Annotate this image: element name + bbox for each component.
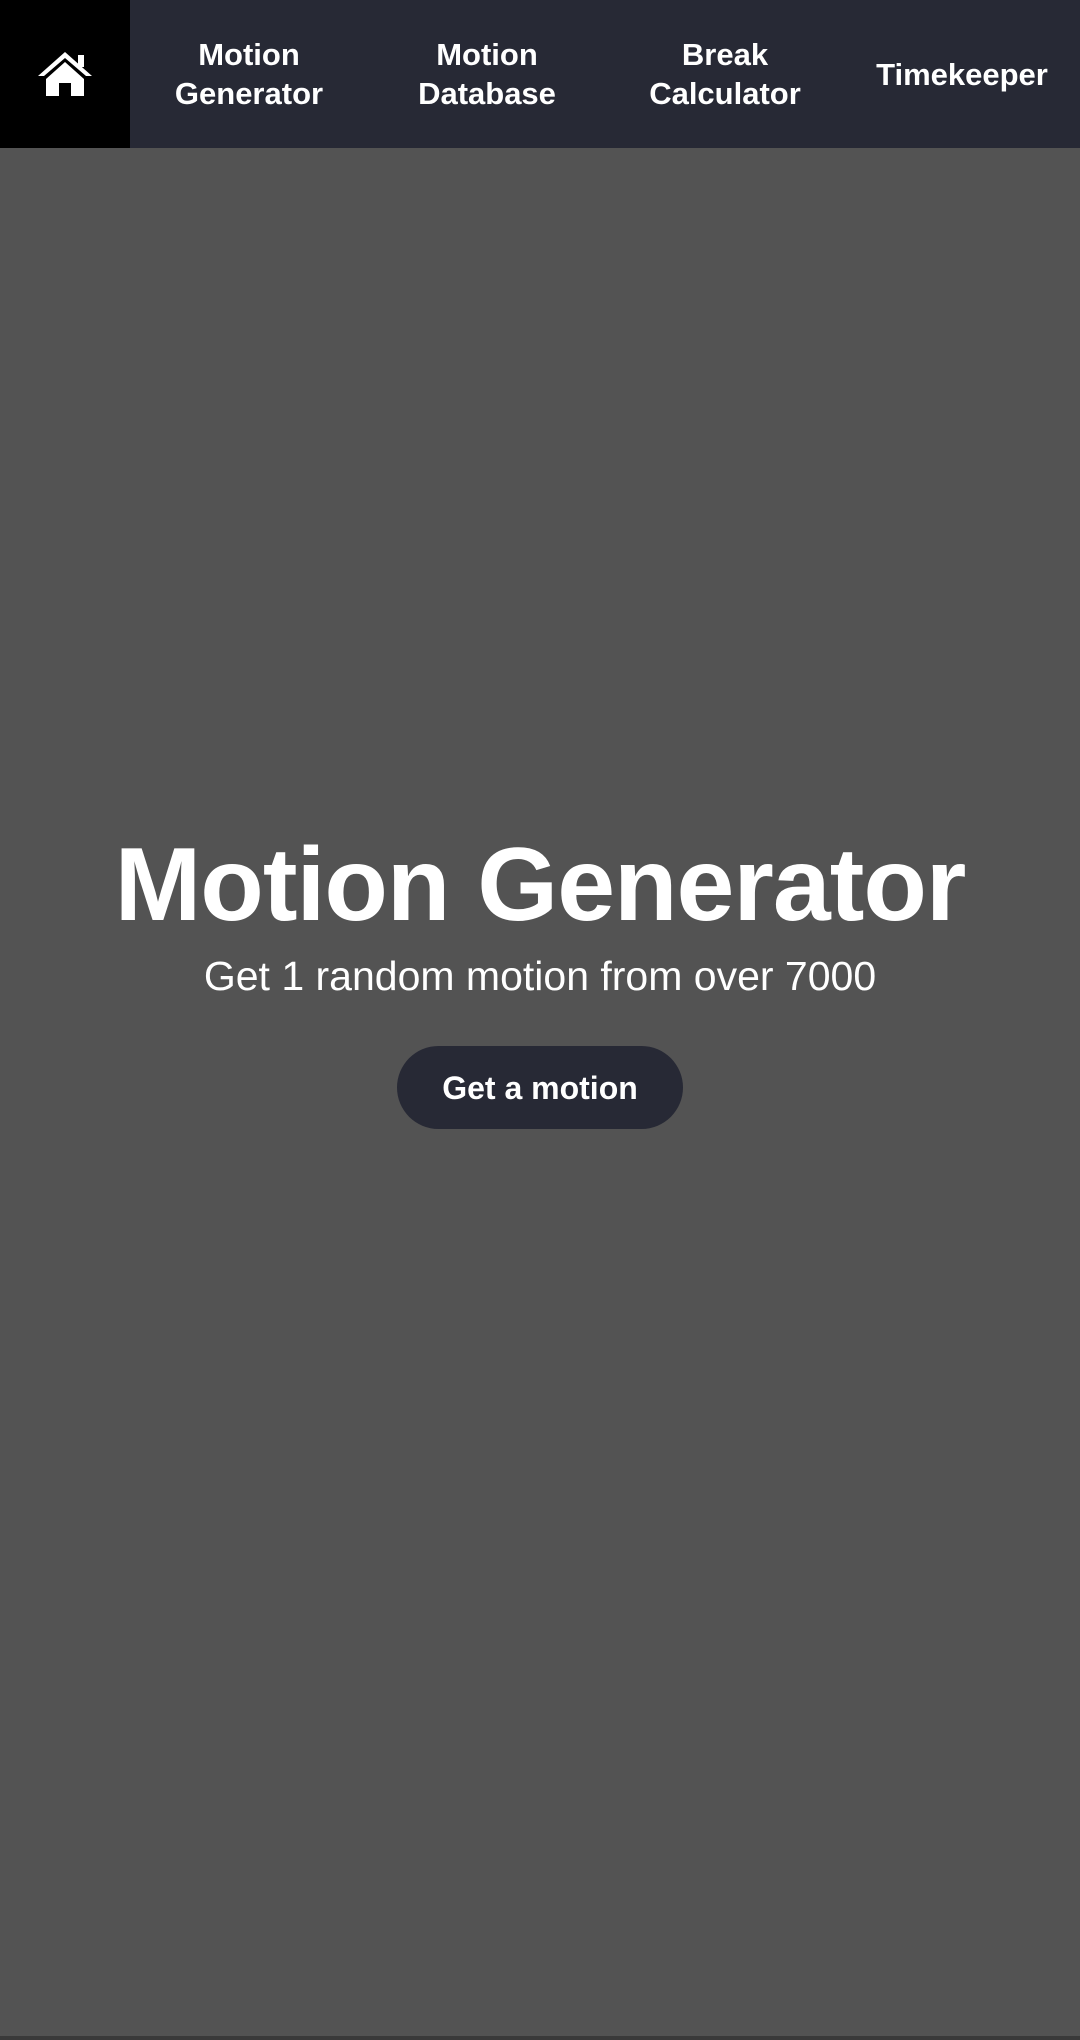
nav-item-label: Break Calculator: [649, 37, 801, 111]
nav-item-label: Motion Generator: [174, 37, 324, 111]
nav-item-timekeeper[interactable]: Timekeeper: [844, 0, 1080, 148]
page-subtitle: Get 1 random motion from over 7000: [203, 953, 877, 999]
home-icon: [38, 52, 92, 96]
bottom-divider: [0, 2036, 1080, 2040]
nav-item-break-calculator[interactable]: Break Calculator: [606, 0, 844, 148]
get-motion-button[interactable]: Get a motion: [397, 1046, 683, 1129]
nav-item-label: Timekeeper: [876, 56, 1048, 92]
nav-item-motion-generator[interactable]: Motion Generator: [130, 0, 368, 148]
page-title: Motion Generator: [114, 827, 967, 943]
nav-item-motion-database[interactable]: Motion Database: [368, 0, 606, 148]
nav-item-label: Motion Database: [418, 37, 556, 111]
home-button[interactable]: [0, 0, 130, 148]
top-nav: Motion Generator Motion Database Break C…: [0, 0, 1080, 148]
hero-section: Motion Generator Get 1 random motion fro…: [0, 820, 1080, 1129]
